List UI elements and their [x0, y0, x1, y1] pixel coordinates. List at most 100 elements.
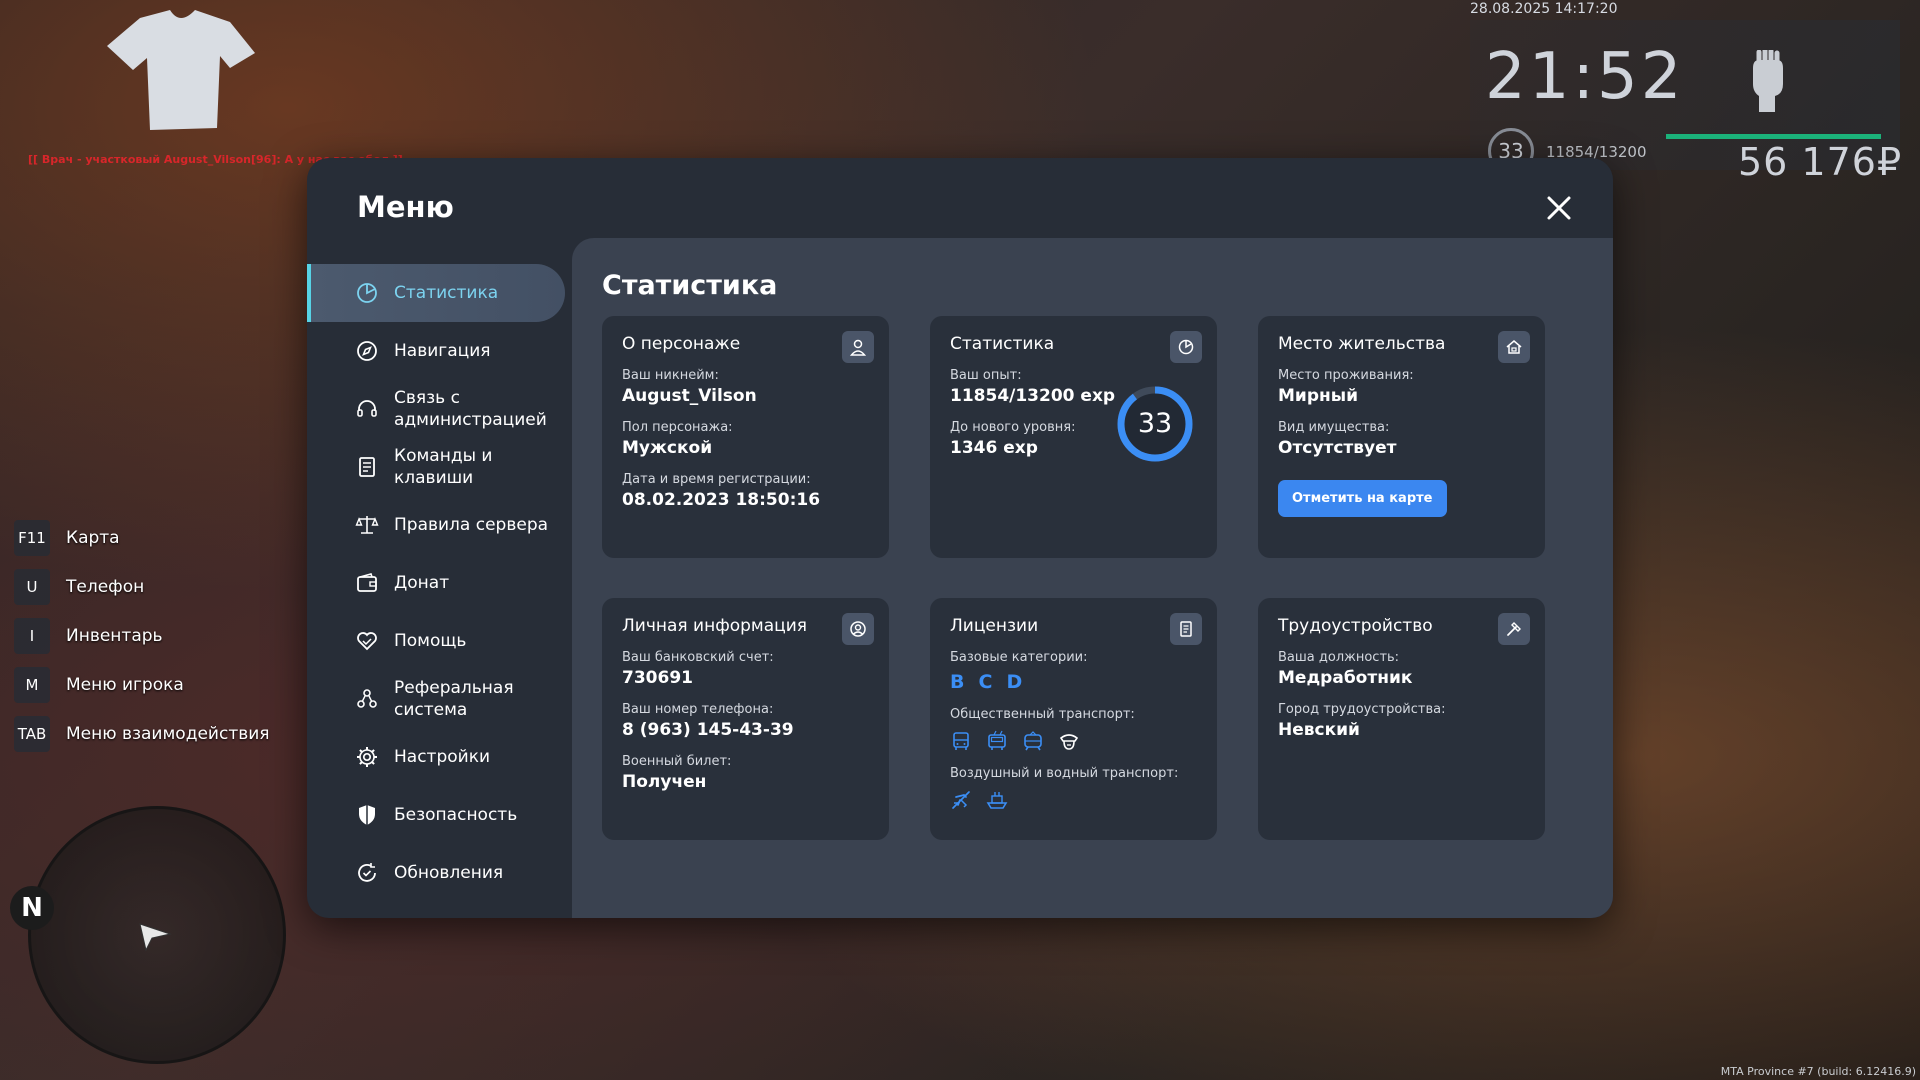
sidebar-item-help[interactable]: Помощь [307, 612, 565, 670]
menu-sidebar: Статистика Навигация Связь с администрац… [307, 264, 565, 902]
card-title: Личная информация [622, 616, 808, 636]
licenses-card: Лицензии Базовые категории: B C D Общест… [930, 598, 1217, 840]
employment-card: Трудоустройство Ваша должность: Медработ… [1258, 598, 1545, 840]
bank-account-label: Ваш банковский счет: [622, 650, 774, 665]
sidebar-item-statistics[interactable]: Статистика [307, 264, 565, 322]
shirt-model-icon [107, 10, 255, 130]
keybind-label: Меню игрока [66, 675, 184, 695]
section-title: Статистика [602, 270, 778, 301]
key-cap: M [14, 667, 50, 703]
keybind-phone[interactable]: U Телефон [14, 569, 270, 605]
sidebar-item-referral[interactable]: Реферальная система [307, 670, 565, 728]
heart-hand-icon [357, 632, 377, 651]
character-card: О персонаже Ваш никнейм: August_Vilson П… [602, 316, 889, 558]
hud-date-time: 28.08.2025 14:17:20 [1470, 1, 1618, 17]
exp-label: Ваш опыт: [950, 368, 1022, 383]
sidebar-item-commands[interactable]: Команды и клавиши [307, 438, 565, 496]
license-category: D [1006, 671, 1023, 693]
personal-info-card: Личная информация Ваш банковский счет: 7… [602, 598, 889, 840]
player-menu-window: Меню Статистика Навигация Связь с админи… [307, 158, 1613, 918]
key-cap: F11 [14, 520, 50, 556]
sidebar-item-settings[interactable]: Настройки [307, 728, 565, 786]
user-circle-icon [842, 613, 874, 645]
keybind-label: Карта [66, 528, 120, 548]
sidebar-item-donate[interactable]: Донат [307, 554, 565, 612]
license-category: C [978, 671, 993, 693]
keybind-label: Телефон [66, 577, 145, 597]
key-cap: TAB [14, 716, 50, 752]
residence-card: Место жительства Место проживания: Мирны… [1258, 316, 1545, 558]
card-title: Лицензии [950, 616, 1039, 636]
license-document-icon [1170, 613, 1202, 645]
headset-icon [357, 400, 377, 417]
sidebar-item-navigation[interactable]: Навигация [307, 322, 565, 380]
key-cap: I [14, 618, 50, 654]
sidebar-item-label: Реферальная система [394, 678, 514, 720]
document-icon [359, 457, 375, 477]
sidebar-item-label: Донат [394, 573, 450, 593]
close-icon[interactable] [1543, 192, 1575, 224]
base-categories-label: Базовые категории: [950, 650, 1088, 665]
bank-account-value: 730691 [622, 668, 693, 688]
military-id-value: Получен [622, 772, 707, 792]
sidebar-item-label: Статистика [394, 283, 499, 303]
hud-health-bar [1666, 134, 1881, 139]
wallet-icon [357, 573, 377, 592]
public-transport-icons [950, 730, 1197, 752]
sidebar-item-admin-contact[interactable]: Связь с администрацией [307, 380, 565, 438]
keybind-list: F11 Карта U Телефон I Инвентарь M Меню игрок… [14, 520, 270, 765]
card-title: Статистика [950, 334, 1055, 354]
property-label: Вид имущества: [1278, 420, 1390, 435]
trolleybus-icon [988, 730, 1006, 750]
level-number: 33 [1137, 408, 1173, 439]
sidebar-item-label: Помощь [394, 631, 467, 651]
shield-icon [359, 805, 375, 825]
keybind-player-menu[interactable]: M Меню игрока [14, 667, 270, 703]
sidebar-item-security[interactable]: Безопасность [307, 786, 565, 844]
keybind-label: Инвентарь [66, 626, 163, 646]
sidebar-item-label: Безопасность [394, 805, 518, 825]
public-transport-label: Общественный транспорт: [950, 707, 1135, 722]
tram-icon [1024, 731, 1042, 751]
sidebar-item-label: Связь с администрацией [394, 388, 547, 430]
keybind-interaction-menu[interactable]: TAB Меню взаимодействия [14, 716, 270, 752]
air-water-transport-label: Воздушный и водный транспорт: [950, 766, 1179, 781]
user-icon [842, 331, 874, 363]
nickname-label: Ваш никнейм: [622, 368, 719, 383]
card-title: Место жительства [1278, 334, 1446, 354]
house-icon [1498, 331, 1530, 363]
compass-icon [357, 341, 377, 361]
mark-on-map-button[interactable]: Отметить на карте [1278, 480, 1447, 517]
sidebar-item-label: Команды и клавиши [394, 446, 493, 488]
key-cap: U [14, 569, 50, 605]
air-water-transport-icons [950, 789, 1197, 811]
residence-label: Место проживания: [1278, 368, 1414, 383]
position-label: Ваша должность: [1278, 650, 1400, 665]
sidebar-item-label: Обновления [394, 863, 504, 883]
people-icon [357, 689, 377, 708]
scales-icon [355, 516, 379, 534]
work-city-value: Невский [1278, 720, 1360, 740]
gear-icon [357, 747, 377, 767]
sidebar-item-updates[interactable]: Обновления [307, 844, 565, 902]
phone-value: 8 (963) 145-43-39 [622, 720, 794, 740]
keybind-map[interactable]: F11 Карта [14, 520, 270, 556]
position-value: Медработник [1278, 668, 1413, 688]
property-value: Отсутствует [1278, 438, 1397, 458]
hammer-icon [1498, 613, 1530, 645]
registration-value: 08.02.2023 18:50:16 [622, 490, 821, 510]
radar-north-marker: N [10, 886, 54, 930]
pie-chart-icon [357, 283, 377, 303]
license-category: B [950, 671, 965, 693]
residence-value: Мирный [1278, 386, 1359, 406]
clock-chart-icon [1170, 331, 1202, 363]
refresh-icon [358, 863, 376, 882]
hud-money: 56 176₽ [1738, 140, 1903, 184]
keybind-inventory[interactable]: I Инвентарь [14, 618, 270, 654]
boat-icon [986, 792, 1008, 809]
card-title: Трудоустройство [1278, 616, 1433, 636]
base-categories: B C D [950, 671, 1197, 693]
sidebar-item-server-rules[interactable]: Правила сервера [307, 496, 565, 554]
registration-label: Дата и время регистрации: [622, 472, 811, 487]
hud-clock: 21:52 [1485, 40, 1685, 114]
